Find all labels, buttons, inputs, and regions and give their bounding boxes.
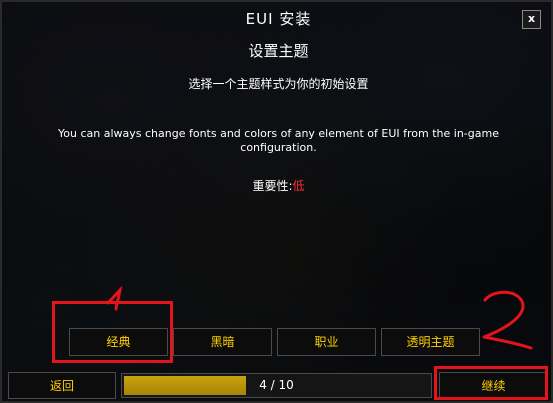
instruction-text: 选择一个主题样式为你的初始设置 <box>188 77 369 91</box>
page-title: 设置主题 <box>248 42 309 60</box>
importance-label: 重要性: <box>252 179 293 193</box>
theme-dark-button[interactable]: 黑暗 <box>173 328 272 356</box>
importance-row: 重要性:低 <box>2 177 553 194</box>
window-title: EUI 安装 <box>245 10 312 28</box>
progress-text: 4 / 10 <box>259 378 294 392</box>
importance-value: 低 <box>292 179 305 193</box>
theme-transparent-button[interactable]: 透明主题 <box>381 328 480 356</box>
note-text: You can always change fonts and colors o… <box>58 127 499 154</box>
annotation-box-1 <box>52 301 173 363</box>
theme-class-button[interactable]: 职业 <box>277 328 376 356</box>
back-button[interactable]: 返回 <box>8 372 116 399</box>
annotation-box-2 <box>434 366 548 400</box>
close-button[interactable]: x <box>522 10 541 29</box>
progress-bar: 4 / 10 <box>121 373 432 398</box>
